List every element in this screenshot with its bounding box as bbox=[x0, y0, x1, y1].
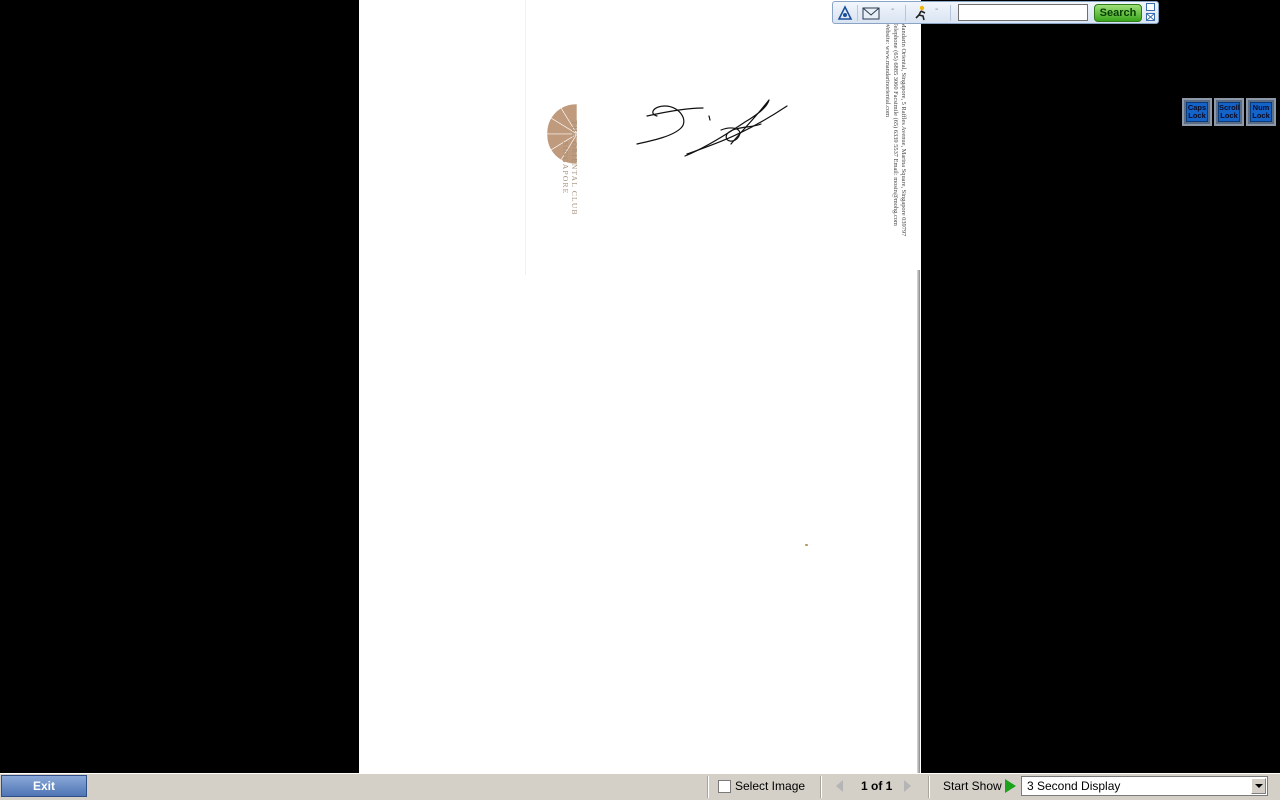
display-duration-value: 3 Second Display bbox=[1027, 779, 1121, 793]
select-image-label[interactable]: Select Image bbox=[735, 779, 805, 793]
club-city: SINGAPORE bbox=[561, 141, 570, 195]
search-input[interactable] bbox=[958, 4, 1088, 21]
bar-separator bbox=[820, 776, 822, 798]
previous-page-icon[interactable] bbox=[836, 780, 843, 792]
search-button[interactable]: Search bbox=[1094, 4, 1142, 22]
aol-logo-button[interactable] bbox=[837, 5, 853, 21]
buddy-dropdown-icon[interactable]: - bbox=[935, 4, 938, 15]
start-show-label[interactable]: Start Show bbox=[943, 779, 1002, 793]
club-name-text: THE ORIENTAL CLUB SINGAPORE bbox=[559, 118, 579, 218]
play-icon[interactable] bbox=[1005, 779, 1016, 793]
document-page: THE ORIENTAL CLUB SINGAPORE Mandarin Ori… bbox=[359, 0, 921, 773]
bar-separator bbox=[707, 776, 709, 798]
next-page-icon[interactable] bbox=[904, 780, 911, 792]
scan-speck bbox=[805, 544, 808, 546]
scroll-lock-indicator: Scroll Lock bbox=[1214, 98, 1244, 126]
exit-button[interactable]: Exit bbox=[1, 775, 87, 797]
caps-lock-indicator: Caps Lock bbox=[1182, 98, 1212, 126]
bar-separator bbox=[928, 776, 930, 798]
chevron-down-icon[interactable] bbox=[1251, 778, 1266, 794]
page-edge-shadow bbox=[917, 270, 920, 773]
toolbar-separator bbox=[857, 5, 858, 21]
club-name: THE ORIENTAL CLUB bbox=[570, 120, 579, 216]
viewer-bottom-bar: Exit Select Image 1 of 1 Start Show 3 Se… bbox=[0, 773, 1280, 800]
mail-dropdown-icon[interactable]: - bbox=[891, 4, 894, 15]
letterhead-address: Mandarin Oriental, Singapore, 5 Raffles … bbox=[883, 22, 907, 252]
toolbar-separator bbox=[905, 5, 906, 21]
num-lock-indicator: Num Lock bbox=[1246, 98, 1276, 126]
address-line-3: Website: www.mandarinoriental.com bbox=[884, 22, 891, 118]
aim-buddy-button[interactable] bbox=[914, 5, 928, 21]
toolbar-separator bbox=[950, 5, 951, 21]
close-icon[interactable] bbox=[1146, 13, 1155, 21]
restore-icon[interactable] bbox=[1146, 3, 1155, 11]
lock-label: Lock bbox=[1220, 111, 1238, 120]
page-indicator: 1 of 1 bbox=[861, 779, 893, 793]
address-line-1: Mandarin Oriental, Singapore, 5 Raffles … bbox=[900, 22, 907, 237]
lock-label: Lock bbox=[1252, 111, 1270, 120]
select-image-checkbox[interactable] bbox=[718, 780, 731, 793]
mail-button[interactable] bbox=[862, 5, 880, 21]
aol-triangle-icon bbox=[837, 5, 853, 20]
running-man-icon bbox=[915, 5, 926, 21]
page-crop-line bbox=[525, 0, 526, 275]
display-duration-select[interactable]: 3 Second Display bbox=[1021, 776, 1268, 796]
lock-label: Lock bbox=[1188, 111, 1206, 120]
browser-toolbar: - - Search bbox=[832, 1, 1159, 24]
handwritten-signature bbox=[636, 99, 788, 157]
address-line-2: Telephone (65) 6885 3060 Facsimile (65) … bbox=[892, 22, 899, 226]
mail-icon bbox=[862, 7, 880, 20]
